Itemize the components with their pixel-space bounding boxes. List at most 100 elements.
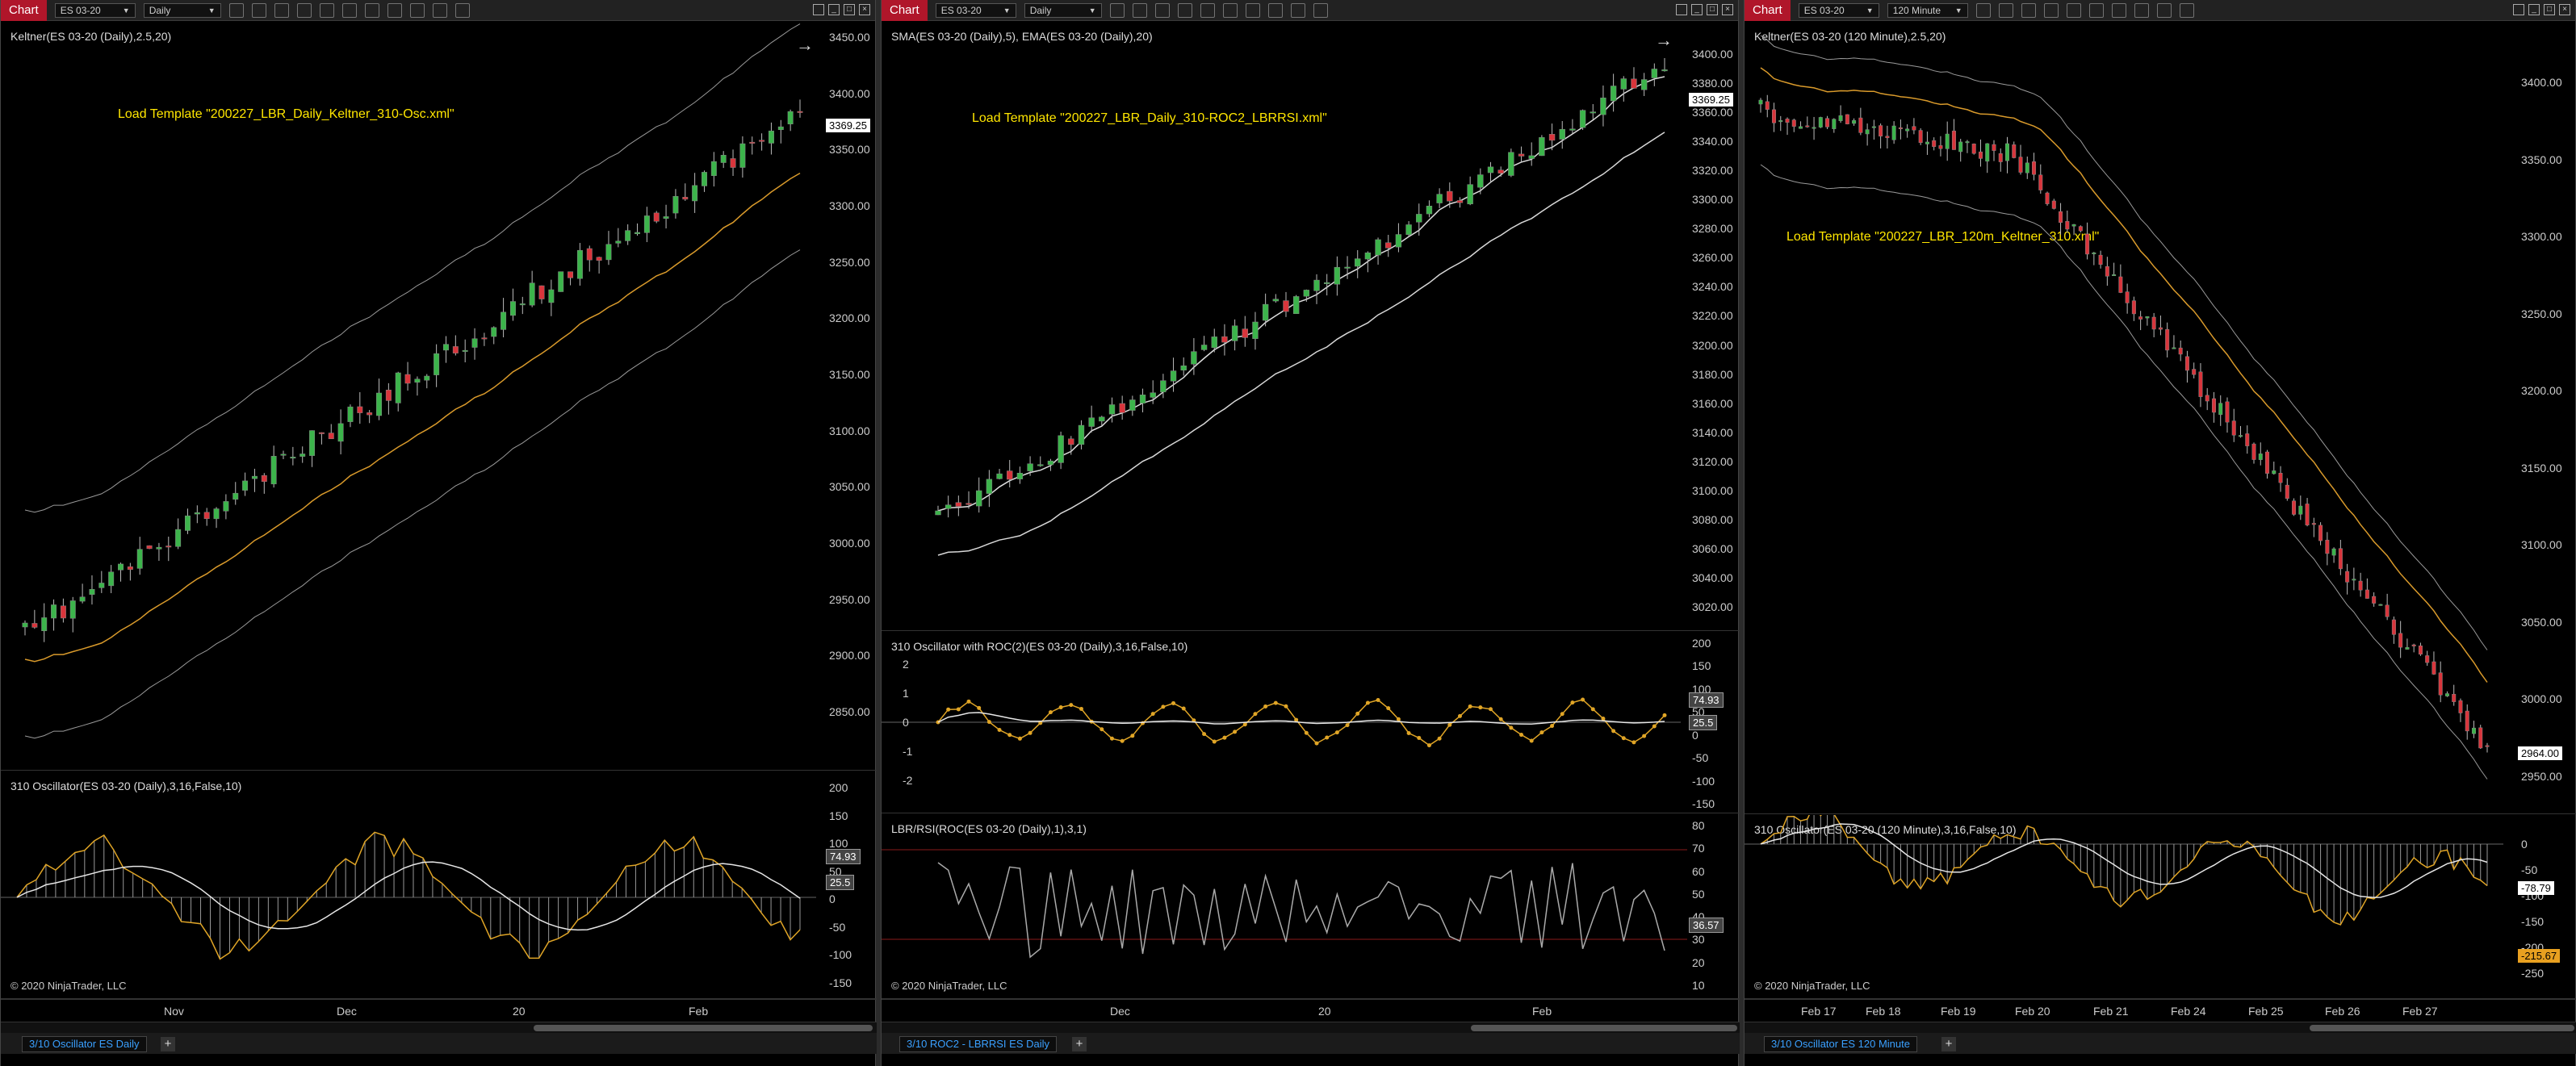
candle-body (615, 240, 622, 244)
strategies-icon[interactable] (387, 2, 402, 18)
horizontal-scrollbar[interactable] (1, 1022, 877, 1033)
close-icon[interactable]: × (859, 4, 870, 15)
search-icon[interactable] (228, 2, 244, 18)
axis-tick-label: 100 (829, 837, 848, 851)
interval-selector[interactable]: 120 Minute ▼ (1887, 2, 1968, 18)
x-label: Feb 17 (1801, 1005, 1837, 1018)
oscillator-chart[interactable] (1, 771, 824, 999)
zoom-icon[interactable] (1154, 2, 1170, 18)
snapshot-icon[interactable] (1267, 2, 1283, 18)
add-tab-button[interactable]: + (1072, 1037, 1087, 1051)
oscillator-point (1334, 730, 1339, 735)
axis-tick-label: 3200.00 (2521, 384, 2562, 398)
instrument-selector[interactable]: ES 03-20 ▼ (54, 2, 136, 18)
indicators-icon[interactable] (364, 2, 379, 18)
properties-icon[interactable] (432, 2, 447, 18)
minimize-icon[interactable]: _ (828, 4, 840, 15)
oscillator-point (1212, 739, 1217, 744)
tab-roc2-lbrrsi-es-daily[interactable]: 3/10 ROC2 - LBRRSI ES Daily (899, 1036, 1058, 1052)
candle-body (60, 605, 66, 619)
scroll-thumb[interactable] (2310, 1025, 2574, 1031)
instrument-selector[interactable]: ES 03-20 ▼ (935, 2, 1016, 18)
tab-oscillator-es-120-minute[interactable]: 3/10 Oscillator ES 120 Minute (1764, 1036, 1917, 1052)
candle-body (1252, 321, 1259, 339)
properties-icon[interactable] (2156, 2, 2172, 18)
candle-body (1812, 127, 1816, 129)
oscillator-chart[interactable] (882, 632, 1687, 813)
price-chart[interactable] (882, 22, 1687, 631)
candle-body (2292, 500, 2297, 515)
axis-tick-label: 3120.00 (1692, 454, 1733, 468)
data-box-icon[interactable] (454, 2, 470, 18)
bar-type-icon[interactable] (1975, 2, 1991, 18)
axis-tick-label: -100 (1692, 774, 1715, 788)
restore-icon[interactable] (813, 4, 824, 15)
restore-icon[interactable] (2513, 4, 2524, 15)
chart-menu-button[interactable]: Chart (1745, 0, 1791, 21)
minimize-icon[interactable]: _ (1691, 4, 1703, 15)
chart-menu-button[interactable]: Chart (1, 0, 47, 21)
add-tab-button[interactable]: + (1941, 1037, 1956, 1051)
line-icon[interactable] (1177, 2, 1192, 18)
line-icon[interactable] (2043, 2, 2059, 18)
line-icon[interactable] (319, 2, 334, 18)
close-icon[interactable]: × (1722, 4, 1733, 15)
candle-body (2178, 347, 2183, 355)
crosshair-icon[interactable] (1200, 2, 1215, 18)
axis-tick-label: 150 (1692, 659, 1711, 673)
oscillator-point (1396, 717, 1401, 721)
maximize-icon[interactable]: □ (2544, 4, 2555, 15)
close-icon[interactable]: × (2559, 4, 2570, 15)
horizontal-scrollbar[interactable] (1745, 1022, 2576, 1033)
candle-body (385, 389, 392, 401)
zoom-icon[interactable] (2021, 2, 2036, 18)
candle-body (2311, 523, 2316, 525)
instrument-selector[interactable]: ES 03-20 ▼ (1798, 2, 1879, 18)
candle-body (1211, 337, 1217, 349)
interval-selector[interactable]: Daily ▼ (143, 2, 221, 18)
zoom-icon[interactable] (296, 2, 312, 18)
bar-type-icon[interactable] (1109, 2, 1125, 18)
tab-oscillator-es-daily[interactable]: 3/10 Oscillator ES Daily (22, 1036, 147, 1052)
horizontal-scrollbar[interactable] (882, 1022, 1740, 1033)
restore-icon[interactable] (1676, 4, 1687, 15)
rsi-panel: LBR/RSI(ROC(ES 03-20 (Daily),1),3,1) 80 7… (882, 814, 1740, 999)
indicators-icon[interactable] (1222, 2, 1238, 18)
pencil-icon[interactable] (274, 2, 289, 18)
interval-selector[interactable]: Daily ▼ (1024, 2, 1102, 18)
bar-type-icon[interactable] (251, 2, 266, 18)
candle-body (2378, 604, 2383, 606)
crosshair-icon[interactable] (2066, 2, 2081, 18)
strategies-icon[interactable] (1245, 2, 1260, 18)
pencil-icon[interactable] (1132, 2, 1147, 18)
x-label: Feb 19 (1941, 1005, 1976, 1018)
snapshot-icon[interactable] (409, 2, 425, 18)
candle-body (1058, 435, 1064, 463)
candle-body (1640, 79, 1648, 90)
data-box-icon[interactable] (2179, 2, 2194, 18)
maximize-icon[interactable]: □ (1707, 4, 1718, 15)
indicators-icon[interactable] (2088, 2, 2104, 18)
add-tab-button[interactable]: + (161, 1037, 175, 1051)
price-chart[interactable] (1, 22, 824, 771)
price-chart[interactable] (1745, 22, 2516, 814)
axis-tick-label: 30 (1692, 933, 1705, 947)
scroll-thumb[interactable] (534, 1025, 873, 1031)
scroll-thumb[interactable] (1471, 1025, 1737, 1031)
data-box-icon[interactable] (1313, 2, 1328, 18)
rsi-chart[interactable] (882, 814, 1687, 999)
chart-window-2: Chart ES 03-20 ▼ Daily ▼ _ □ × SMA(ES 03-2… (881, 0, 1740, 1066)
axis-tick-label: 3350.00 (2521, 153, 2562, 166)
maximize-icon[interactable]: □ (844, 4, 855, 15)
crosshair-icon[interactable] (341, 2, 357, 18)
oscillator-point (1058, 705, 1063, 710)
strategies-icon[interactable] (2111, 2, 2126, 18)
chart-menu-button[interactable]: Chart (882, 0, 928, 21)
pencil-icon[interactable] (1998, 2, 2013, 18)
candle-body (1925, 141, 1929, 144)
snapshot-icon[interactable] (2134, 2, 2149, 18)
minimize-icon[interactable]: _ (2528, 4, 2540, 15)
oscillator-chart[interactable] (1745, 815, 2516, 999)
candle-body (2018, 157, 2023, 173)
properties-icon[interactable] (1290, 2, 1305, 18)
